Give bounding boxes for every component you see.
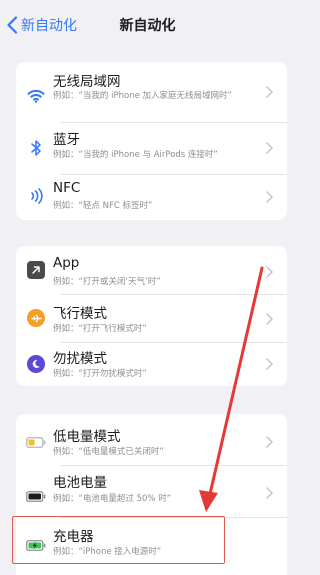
page-title: 新自动化 bbox=[119, 18, 176, 34]
row-subtitle: 例如：“轻点 NFC 标签时” bbox=[53, 201, 153, 211]
row-subtitle: 例如：“电池电量超过 50% 时” bbox=[53, 494, 172, 504]
row-title: 蓝牙 bbox=[53, 132, 80, 148]
charging-battery-icon bbox=[26, 535, 46, 555]
chevron-right-icon bbox=[266, 266, 273, 278]
row-subtitle: 例如：“打开飞行模式时” bbox=[53, 324, 147, 334]
row-title: App bbox=[53, 255, 80, 271]
row-subtitle: 例如：“当我的 iPhone 加入家庭无线局域网时” bbox=[53, 91, 232, 101]
nfc-icon bbox=[26, 186, 46, 206]
chevron-right-icon bbox=[266, 313, 273, 325]
chevron-right-icon bbox=[266, 358, 273, 370]
row-subtitle: 例如：“打开勿扰模式时” bbox=[53, 369, 147, 379]
row-subtitle: 例如：“打开或关闭‘天气’时” bbox=[53, 277, 161, 287]
row-title: 无线局域网 bbox=[53, 74, 121, 90]
row-subtitle: 例如：“低电量模式已关闭时” bbox=[53, 447, 164, 457]
list-item-do-not-disturb[interactable]: 勿扰模式 例如：“打开勿扰模式时” bbox=[16, 342, 287, 386]
chevron-right-icon bbox=[266, 86, 273, 98]
list-item-nfc[interactable]: NFC 例如：“轻点 NFC 标签时” bbox=[16, 174, 287, 220]
state-group: App 例如：“打开或关闭‘天气’时” 飞行模式 例如：“打开飞行模式时” 勿扰… bbox=[16, 246, 287, 386]
list-item-charger[interactable]: 充电器 例如：“iPhone 接入电源时” bbox=[16, 517, 287, 575]
chevron-right-icon bbox=[266, 487, 273, 499]
connectivity-group: 无线局域网 例如：“当我的 iPhone 加入家庭无线局域网时” 蓝牙 例如：“… bbox=[16, 62, 287, 220]
list-item-bluetooth[interactable]: 蓝牙 例如：“当我的 iPhone 与 AirPods 连接时” bbox=[16, 122, 287, 174]
list-item-low-power-mode[interactable]: 低电量模式 例如：“低电量模式已关闭时” bbox=[16, 414, 287, 465]
moon-icon bbox=[26, 354, 46, 374]
list-item-airplane-mode[interactable]: 飞行模式 例如：“打开飞行模式时” bbox=[16, 294, 287, 342]
power-group: 低电量模式 例如：“低电量模式已关闭时” 电池电量 例如：“电池电量超过 50%… bbox=[16, 414, 287, 575]
battery-icon bbox=[26, 486, 46, 506]
row-subtitle: 例如：“当我的 iPhone 与 AirPods 连接时” bbox=[53, 150, 218, 160]
row-title: 勿扰模式 bbox=[53, 351, 107, 367]
bluetooth-icon bbox=[26, 138, 46, 158]
row-title: 低电量模式 bbox=[53, 429, 121, 445]
row-title: 充电器 bbox=[53, 529, 94, 545]
chevron-right-icon bbox=[266, 191, 273, 203]
airplane-icon bbox=[26, 308, 46, 328]
row-title: NFC bbox=[53, 180, 81, 196]
chevron-right-icon bbox=[266, 142, 273, 154]
screen: 新自动化 新自动化 无线局域网 例如：“当我的 iPhone 加入家庭无线局域网… bbox=[0, 0, 295, 575]
app-icon bbox=[26, 260, 46, 280]
row-title: 飞行模式 bbox=[53, 306, 107, 322]
chevron-right-icon bbox=[266, 436, 273, 448]
list-item-wifi[interactable]: 无线局域网 例如：“当我的 iPhone 加入家庭无线局域网时” bbox=[16, 62, 287, 122]
nav-bar: 新自动化 新自动化 bbox=[0, 0, 295, 50]
list-item-app[interactable]: App 例如：“打开或关闭‘天气’时” bbox=[16, 246, 287, 294]
wifi-icon bbox=[26, 86, 46, 106]
row-subtitle: 例如：“iPhone 接入电源时” bbox=[53, 547, 162, 557]
low-battery-icon bbox=[26, 432, 46, 452]
list-item-battery-level[interactable]: 电池电量 例如：“电池电量超过 50% 时” bbox=[16, 465, 287, 517]
row-title: 电池电量 bbox=[53, 475, 107, 491]
